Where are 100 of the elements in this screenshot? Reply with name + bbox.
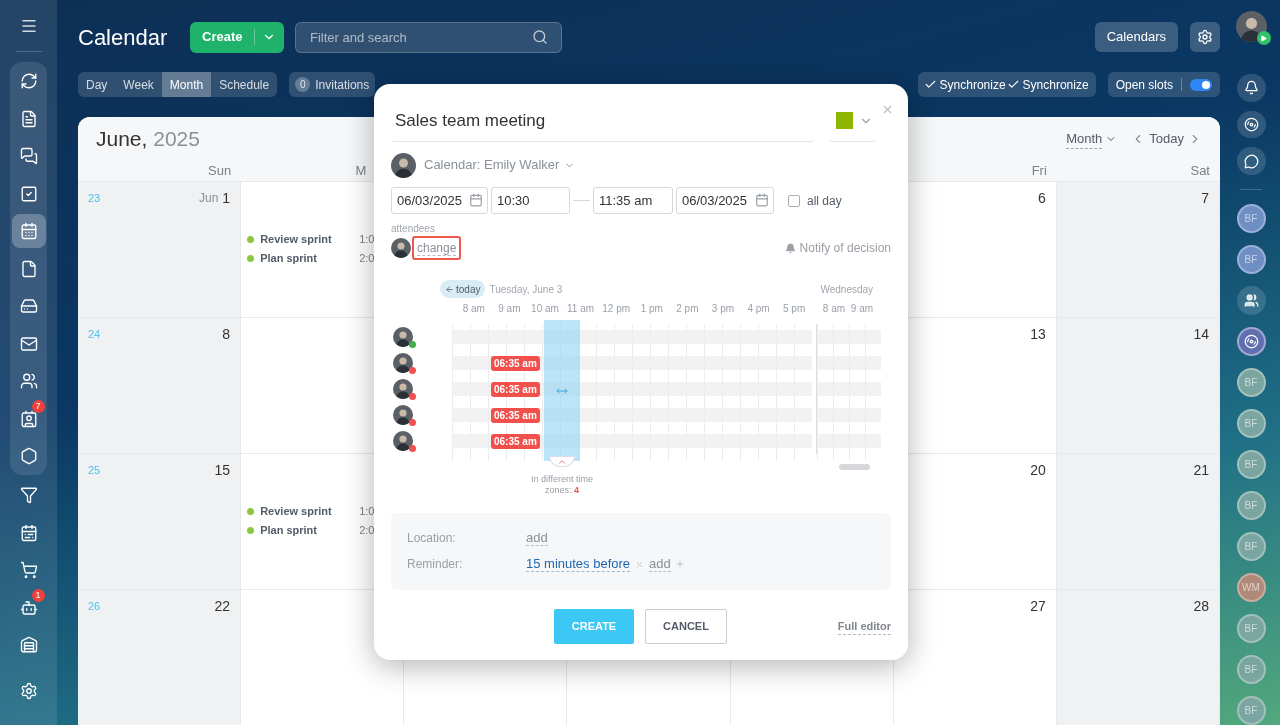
date-time-field[interactable]: 06/03/2025 [676,187,774,214]
drive-icon [19,297,38,315]
day-number: 21 [1193,460,1209,480]
day-cell[interactable]: 24 8 [78,318,242,453]
day-header: Sun [208,163,232,178]
date-time-field[interactable]: 10:30 [491,187,570,214]
calendar-list-icon [19,523,38,542]
hour-label: 8 am [821,301,847,316]
day-label: Tuesday, June 3 [489,282,564,297]
disc-icon [1243,334,1259,349]
user-avatar [1235,11,1267,42]
week-number: 26 [88,598,101,614]
hour-label: 9 am [849,301,875,316]
date-time-field[interactable]: 06/03/2025 [391,187,488,214]
document-list-icon [19,109,38,128]
day-cell[interactable]: 7 [1056,182,1220,317]
local-time-tag: 06:35 am [491,381,540,397]
view-tab[interactable]: Week [115,72,162,97]
event-title[interactable]: Plan sprint [260,250,360,267]
chat-button[interactable] [1236,147,1266,175]
day-cell[interactable]: 25 15 [78,454,242,589]
day-label: Wednesday [820,282,874,297]
check-icon [923,78,937,91]
day-number: 28 [1193,596,1209,616]
close-icon [881,103,894,116]
all-day-checkbox[interactable] [788,194,800,207]
day-number: 20 [1030,460,1046,480]
calendars-button[interactable]: Calendars [1094,22,1178,52]
settings-button[interactable] [1190,22,1220,52]
invitations-button[interactable]: 0 Invitations [289,72,376,97]
view-tab[interactable]: Month [161,72,212,97]
attendee-avatar [393,379,413,399]
day-number: 27 [1030,596,1046,616]
event-title[interactable]: Review sprint [260,503,360,520]
day-number: 13 [1030,324,1046,344]
funnel-icon [19,486,38,504]
count-badge: 0 [295,77,311,92]
event-title[interactable]: Review sprint [260,231,360,248]
page-title: Calendar [78,23,169,52]
day-cell[interactable]: 28 [1056,590,1220,725]
bell-icon [1243,80,1259,96]
checkbox-icon [19,184,38,203]
title-field[interactable]: Sales team meeting [391,100,815,142]
calendar-owner-avatar [391,152,416,178]
week-number: 23 [88,190,101,206]
group-button[interactable] [1236,286,1266,315]
today-button[interactable]: today [440,280,486,298]
robot-icon [19,598,38,617]
event-title[interactable]: Plan sprint [260,522,360,539]
day-number: 6 [1038,188,1046,208]
view-select[interactable]: Month [1066,128,1118,150]
notifications-button[interactable] [1236,74,1266,102]
attendee-avatar [391,238,411,258]
today-button[interactable]: Today [1145,129,1188,149]
day-number: 1 [222,188,231,208]
change-link[interactable]: change [412,236,462,260]
location-label: Location: [407,530,457,547]
day-number: 15 [214,460,231,480]
week-number: 25 [88,462,101,478]
reminder-link[interactable]: 15 minutes before [526,556,631,572]
nav-item[interactable] [11,214,46,248]
arrow-left-icon [445,284,454,294]
nav-item[interactable]: 1 [11,590,46,625]
people-icon [19,372,38,390]
hour-label: 1 pm [639,301,664,316]
attendee-avatar [393,431,413,451]
scrollbar-thumb[interactable] [839,464,870,470]
reminder-label: Reminder: [407,556,464,573]
nav-item[interactable]: 7 [11,401,46,436]
cart-icon [19,561,38,579]
view-tab[interactable]: Day [78,72,116,97]
synchronize-button[interactable]: Synchronize [1006,75,1090,94]
cancel-button[interactable]: CANCEL [645,609,727,644]
hour-label: 8 am [461,301,486,316]
day-cell[interactable]: 21 [1056,454,1220,589]
disc-button[interactable] [1236,110,1266,139]
cycle-icon [19,72,38,90]
synchronize-button[interactable]: Synchronize [923,75,1007,94]
local-time-tag: 06:35 am [491,433,540,449]
event-time: 2:0 [359,251,375,267]
day-header: Fri [1031,163,1047,178]
attendee-avatar [393,405,413,425]
hour-label: 10 am [530,301,560,316]
bell-icon [784,242,796,254]
channel-button[interactable] [1236,327,1266,356]
day-cell[interactable]: 14 [1056,318,1220,453]
month-label: Jun [199,190,219,207]
day-cell[interactable]: 26 22 [78,590,242,725]
count-badge: 1 [31,588,45,602]
day-number: 14 [1193,324,1209,344]
view-tab[interactable]: Schedule [211,72,278,97]
contact-card-icon [19,409,38,428]
full-editor-link[interactable]: Full editor [837,617,891,636]
attendee-avatar [393,327,413,347]
open-slots-label: Open slots [1115,76,1173,94]
date-time-field[interactable]: 11:35 am [593,187,673,214]
open-slots-toggle[interactable] [1190,78,1212,91]
day-cell[interactable]: 23 Jun 1 [78,182,242,317]
menu-icon [19,17,38,35]
settings-icon [1197,29,1213,45]
